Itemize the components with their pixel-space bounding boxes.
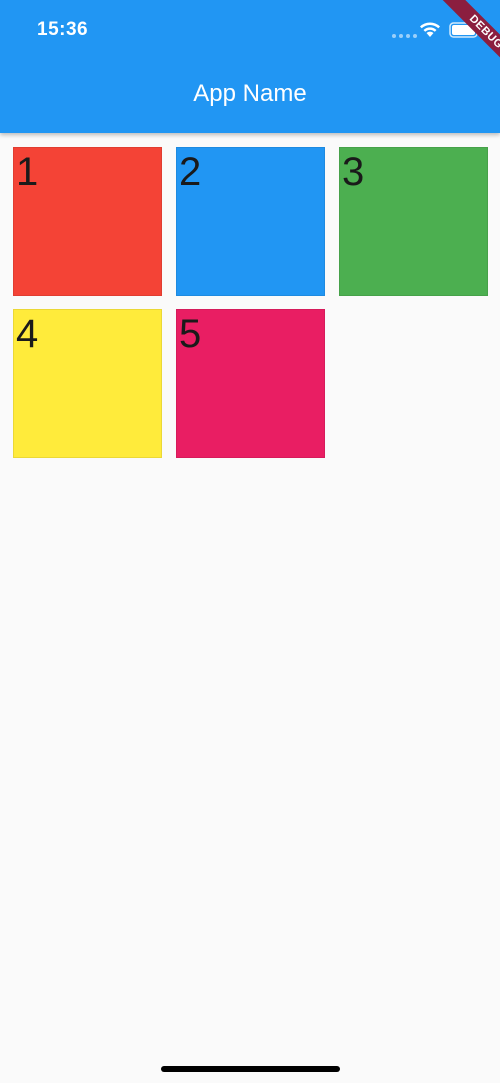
tile-number: 4 [16, 312, 39, 356]
grid-tile[interactable]: 2 [176, 147, 325, 296]
tile-number: 3 [342, 150, 365, 194]
grid-tile[interactable]: 1 [13, 147, 162, 296]
grid-tile[interactable]: 3 [339, 147, 488, 296]
status-time: 15:36 [37, 19, 89, 40]
debug-label: DEBUG [437, 0, 500, 80]
tile-number: 5 [179, 312, 202, 356]
grid-tile[interactable]: 4 [13, 309, 162, 458]
tile-number: 1 [16, 150, 39, 194]
tile-number: 2 [179, 150, 202, 194]
debug-banner: DEBUG [420, 0, 500, 80]
page-title: App Name [193, 80, 307, 107]
home-indicator[interactable] [161, 1066, 340, 1072]
grid-tile[interactable]: 5 [176, 309, 325, 458]
cellular-signal-icon [392, 34, 417, 38]
tile-grid: 1 2 3 4 5 [13, 147, 488, 458]
